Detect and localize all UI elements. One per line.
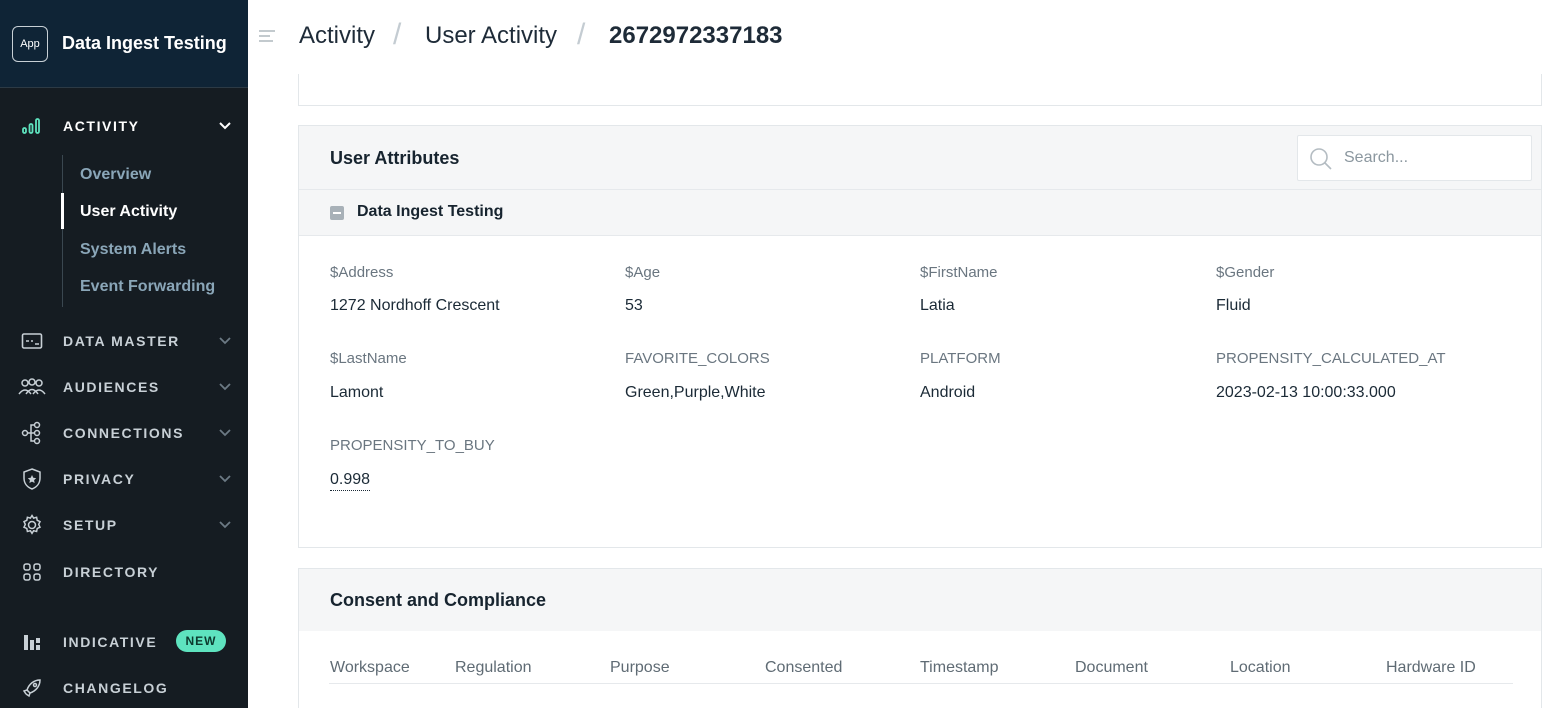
chevron-down-icon — [215, 116, 235, 136]
sidebar: App Data Ingest Testing ACTIVITY Overvie… — [0, 0, 248, 708]
table-divider — [329, 683, 1513, 684]
app-badge: App — [12, 25, 48, 62]
chevron-down-icon — [215, 515, 235, 535]
collapse-icon[interactable] — [330, 206, 344, 220]
attribute-label: PROPENSITY_CALCULATED_AT — [1216, 350, 1446, 367]
attribute-label: $FirstName — [920, 264, 998, 281]
search-input[interactable] — [1344, 144, 1524, 172]
attribute-group-header[interactable]: Data Ingest Testing — [299, 190, 1541, 236]
attribute-value: 53 — [625, 297, 643, 314]
consent-compliance-card: Consent and Compliance Workspace Regulat… — [298, 568, 1542, 708]
previous-card-bottom — [298, 74, 1542, 106]
breadcrumb-user-activity[interactable]: User Activity — [425, 22, 557, 50]
user-attributes-card: User Attributes Data Ingest Testing $Add… — [298, 125, 1542, 548]
grid-icon — [16, 559, 48, 585]
column-header-timestamp[interactable]: Timestamp — [920, 659, 999, 677]
card-header: User Attributes — [299, 126, 1541, 190]
attribute-search[interactable] — [1297, 135, 1532, 181]
attribute-label: FAVORITE_COLORS — [625, 350, 770, 367]
nav-section-label: SETUP — [63, 517, 118, 533]
shield-star-icon — [16, 466, 48, 492]
attribute-label: $Address — [330, 264, 394, 281]
nav-section-label: DATA MASTER — [63, 333, 180, 349]
attribute-value-tooltip[interactable]: 0.998 — [330, 471, 371, 491]
attribute-label: $Gender — [1216, 264, 1275, 281]
top-bar: Activity / User Activity / 2672972337183 — [248, 0, 1556, 74]
nav-section-setup[interactable]: SETUP — [0, 510, 248, 540]
column-header-purpose[interactable]: Purpose — [610, 659, 670, 677]
audiences-icon — [16, 374, 48, 400]
menu-toggle-icon[interactable] — [258, 28, 278, 46]
attribute-value: Fluid — [1216, 297, 1251, 314]
column-header-location[interactable]: Location — [1230, 659, 1291, 677]
nav-section-changelog[interactable]: CHANGELOG — [0, 673, 248, 703]
breadcrumb-separator: / — [577, 18, 586, 51]
breadcrumb-separator: / — [393, 18, 402, 51]
nav-section-activity[interactable]: ACTIVITY — [0, 111, 248, 141]
workspace-header[interactable]: App Data Ingest Testing — [0, 0, 248, 88]
indicative-logo-icon — [16, 629, 48, 655]
new-badge: NEW — [176, 630, 226, 652]
nav-section-audiences[interactable]: AUDIENCES — [0, 372, 248, 402]
activity-bars-icon — [16, 113, 48, 139]
gear-icon — [16, 512, 48, 538]
subnav-item-user-activity[interactable]: User Activity — [80, 203, 177, 221]
nav-section-label: AUDIENCES — [63, 379, 160, 395]
card-title: User Attributes — [330, 148, 460, 168]
column-header-workspace[interactable]: Workspace — [330, 659, 410, 677]
card-title: Consent and Compliance — [330, 590, 547, 610]
breadcrumb-activity[interactable]: Activity — [299, 22, 375, 50]
column-header-document[interactable]: Document — [1075, 659, 1148, 677]
search-icon — [1308, 146, 1334, 172]
nav-section-label: INDICATIVE — [63, 634, 158, 650]
column-header-regulation[interactable]: Regulation — [455, 659, 532, 677]
card-header: Consent and Compliance — [299, 569, 1541, 631]
subnav-item-system-alerts[interactable]: System Alerts — [80, 241, 186, 259]
subnav-item-overview[interactable]: Overview — [80, 166, 151, 184]
nav-section-label: ACTIVITY — [63, 118, 140, 134]
chevron-down-icon — [215, 331, 235, 351]
attribute-value: Latia — [920, 297, 955, 314]
group-name: Data Ingest Testing — [357, 203, 504, 220]
nav-section-label: DIRECTORY — [63, 564, 160, 580]
attribute-value: Lamont — [330, 384, 384, 401]
nav-section-indicative[interactable]: INDICATIVE NEW — [0, 627, 248, 657]
nav-section-directory[interactable]: DIRECTORY — [0, 557, 248, 587]
nav-section-label: PRIVACY — [63, 471, 136, 487]
attribute-label: $Age — [625, 264, 661, 281]
activity-subnav: Overview User Activity System Alerts Eve… — [61, 155, 248, 307]
data-master-icon — [16, 328, 48, 354]
nav-section-label: CHANGELOG — [63, 680, 169, 696]
nav-section-privacy[interactable]: PRIVACY — [0, 464, 248, 494]
workspace-name: Data Ingest Testing — [62, 33, 227, 53]
column-header-consented[interactable]: Consented — [765, 659, 842, 677]
active-item-marker — [61, 193, 64, 229]
rocket-icon — [16, 675, 48, 701]
nav-section-data-master[interactable]: DATA MASTER — [0, 326, 248, 356]
column-header-hardware-id[interactable]: Hardware ID — [1386, 659, 1476, 677]
attribute-label: PLATFORM — [920, 350, 1001, 367]
nav-section-connections[interactable]: CONNECTIONS — [0, 418, 248, 448]
attribute-label: PROPENSITY_TO_BUY — [330, 437, 495, 454]
attribute-value: Green,Purple,White — [625, 384, 766, 401]
attribute-value: 2023-02-13 10:00:33.000 — [1216, 384, 1396, 401]
attribute-value: Android — [920, 384, 976, 401]
breadcrumb-user-id: 2672972337183 — [609, 22, 783, 49]
attribute-value: 1272 Nordhoff Crescent — [330, 297, 500, 314]
subnav-item-event-forwarding[interactable]: Event Forwarding — [80, 278, 215, 296]
nav-section-label: CONNECTIONS — [63, 425, 185, 441]
attribute-label: $LastName — [330, 350, 407, 367]
connections-icon — [16, 420, 48, 446]
chevron-down-icon — [215, 469, 235, 489]
chevron-down-icon — [215, 423, 235, 443]
chevron-down-icon — [215, 377, 235, 397]
